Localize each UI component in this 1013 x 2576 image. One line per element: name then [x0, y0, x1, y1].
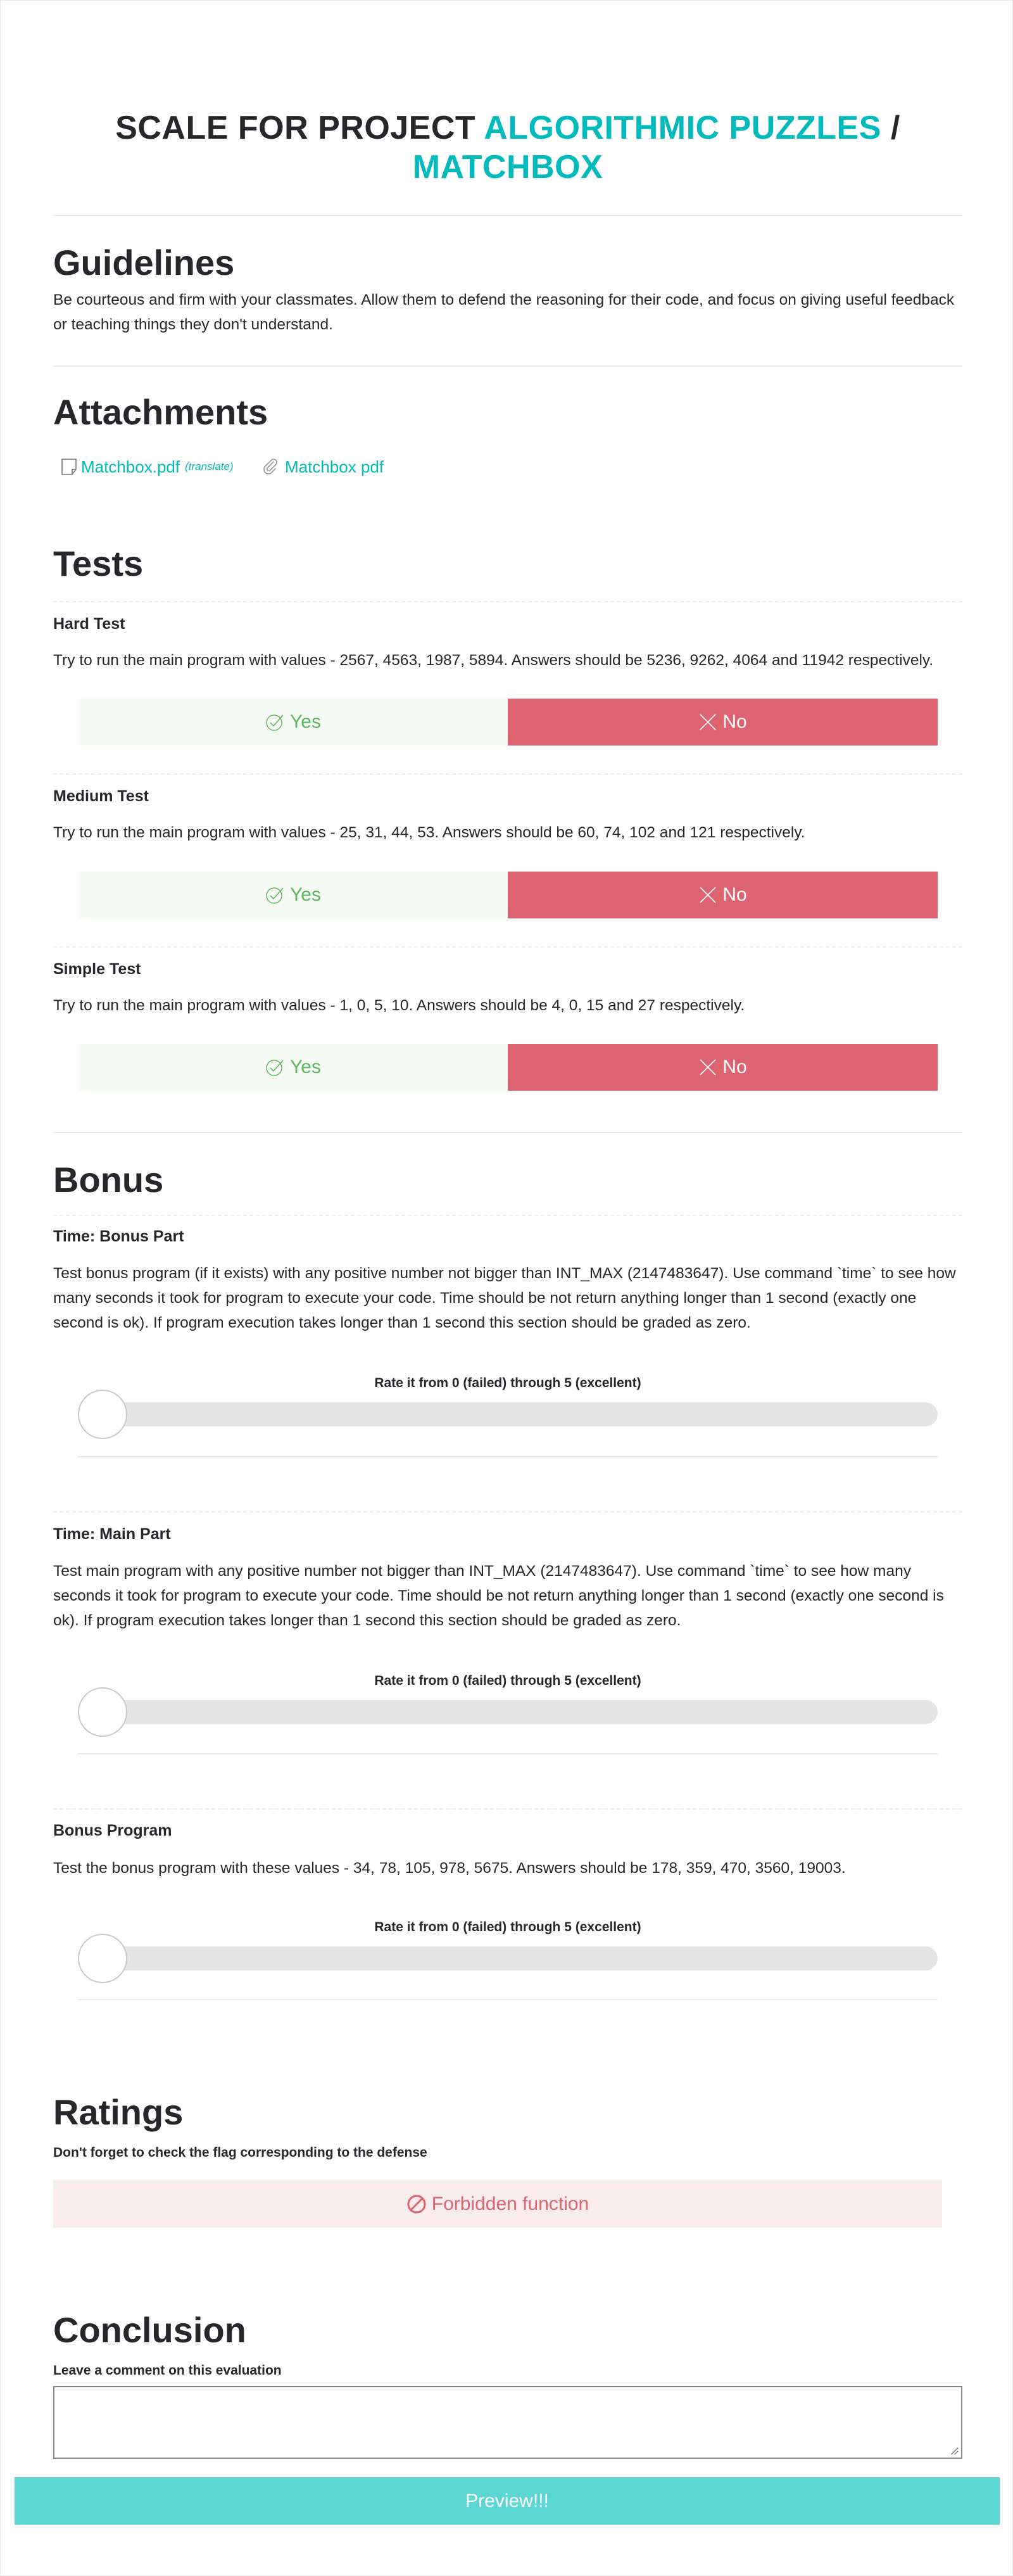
bonus-item-description: Test main program with any positive numb… — [53, 1563, 944, 1629]
guidelines-heading: Guidelines — [53, 243, 235, 282]
title-prefix: SCALE FOR PROJECT — [115, 110, 476, 146]
title-separator: / — [890, 110, 900, 146]
forbidden-icon — [407, 2195, 426, 2213]
guidelines-text: Be courteous and firm with your classmat… — [53, 291, 955, 333]
bonus-item-description: Test bonus program (if it exists) with a… — [53, 1265, 956, 1331]
test-title: Hard Test — [53, 615, 125, 633]
attachment-link[interactable]: Matchbox pdf — [285, 457, 384, 477]
divider — [53, 1215, 962, 1216]
divider — [53, 215, 962, 216]
divider — [78, 1999, 938, 2000]
resize-handle-icon[interactable] — [948, 2445, 959, 2455]
attachment-matchbox-link[interactable]: Matchbox pdf — [262, 454, 384, 479]
conclusion-heading: Conclusion — [53, 2310, 246, 2350]
rating-slider-handle[interactable] — [78, 1687, 127, 1737]
divider — [53, 1132, 962, 1133]
evaluation-page: SCALE FOR PROJECT ALGORITHMIC PUZZLES / … — [0, 0, 1013, 2576]
rating-label: Rate it from 0 (failed) through 5 (excel… — [374, 1920, 641, 1934]
attachment-matchbox-pdf[interactable]: Matchbox.pdf (translate) — [61, 454, 234, 479]
divider — [53, 1511, 962, 1513]
test-description: Try to run the main program with values … — [53, 824, 805, 841]
yes-button[interactable]: Yes — [78, 699, 508, 746]
yes-label: Yes — [290, 1056, 321, 1077]
rating-label: Rate it from 0 (failed) through 5 (excel… — [374, 1673, 641, 1688]
no-button[interactable]: No — [508, 1044, 938, 1091]
yes-button[interactable]: Yes — [78, 872, 508, 918]
test-title: Simple Test — [53, 960, 141, 978]
test-description: Try to run the main program with values … — [53, 997, 745, 1014]
divider — [53, 601, 962, 602]
bonus-item-title: Time: Bonus Part — [53, 1228, 184, 1245]
no-label: No — [722, 884, 747, 905]
test-description: Try to run the main program with values … — [53, 652, 934, 669]
bonus-item-title: Bonus Program — [53, 1822, 172, 1839]
project-name-line2: MATCHBOX — [412, 149, 603, 186]
translate-link[interactable]: (translate) — [185, 460, 234, 473]
check-icon — [266, 887, 284, 904]
divider — [53, 773, 962, 775]
forbidden-function-flag[interactable]: Forbidden function — [53, 2180, 942, 2228]
rating-slider-track[interactable] — [78, 1700, 938, 1724]
divider — [78, 1753, 938, 1754]
rating-slider-track[interactable] — [78, 1402, 938, 1426]
preview-button[interactable]: Preview!!! — [15, 2477, 1000, 2525]
yes-no-toggle: Yes No — [78, 1044, 938, 1091]
paperclip-icon — [263, 459, 277, 474]
rating-slider-handle[interactable] — [78, 1390, 127, 1439]
attachment-link[interactable]: Matchbox.pdf — [81, 457, 180, 477]
bonus-heading: Bonus — [53, 1160, 164, 1200]
no-button[interactable]: No — [508, 872, 938, 918]
divider — [78, 1456, 938, 1457]
rating-label: Rate it from 0 (failed) through 5 (excel… — [374, 1376, 641, 1390]
no-button[interactable]: No — [508, 699, 938, 746]
project-name-line1: ALGORITHMIC PUZZLES — [484, 110, 881, 146]
ratings-subtitle: Don't forget to check the flag correspon… — [53, 2145, 427, 2160]
flag-label: Forbidden function — [431, 2193, 589, 2214]
yes-no-toggle: Yes No — [78, 699, 938, 746]
no-label: No — [722, 711, 747, 732]
yes-label: Yes — [290, 884, 321, 905]
ratings-heading: Ratings — [53, 2092, 184, 2132]
check-icon — [266, 714, 284, 731]
yes-button[interactable]: Yes — [78, 1044, 508, 1091]
tests-heading: Tests — [53, 543, 144, 583]
document-icon — [61, 459, 77, 475]
attachments-heading: Attachments — [53, 392, 268, 432]
cross-icon — [700, 1059, 716, 1075]
cross-icon — [700, 714, 716, 730]
yes-label: Yes — [290, 711, 321, 732]
comment-textarea[interactable] — [53, 2386, 962, 2459]
bonus-item-title: Time: Main Part — [53, 1525, 171, 1543]
check-icon — [266, 1060, 284, 1076]
no-label: No — [722, 1056, 747, 1077]
rating-slider-track[interactable] — [78, 1946, 938, 1970]
cross-icon — [700, 887, 716, 903]
divider — [53, 365, 962, 367]
divider — [53, 946, 962, 948]
page-title: SCALE FOR PROJECT ALGORITHMIC PUZZLES / … — [53, 108, 962, 187]
rating-slider-handle[interactable] — [78, 1934, 127, 1983]
test-title: Medium Test — [53, 787, 149, 805]
conclusion-subtitle: Leave a comment on this evaluation — [53, 2363, 282, 2378]
bonus-item-description: Test the bonus program with these values… — [53, 1860, 846, 1877]
divider — [53, 1808, 962, 1810]
yes-no-toggle: Yes No — [78, 872, 938, 918]
